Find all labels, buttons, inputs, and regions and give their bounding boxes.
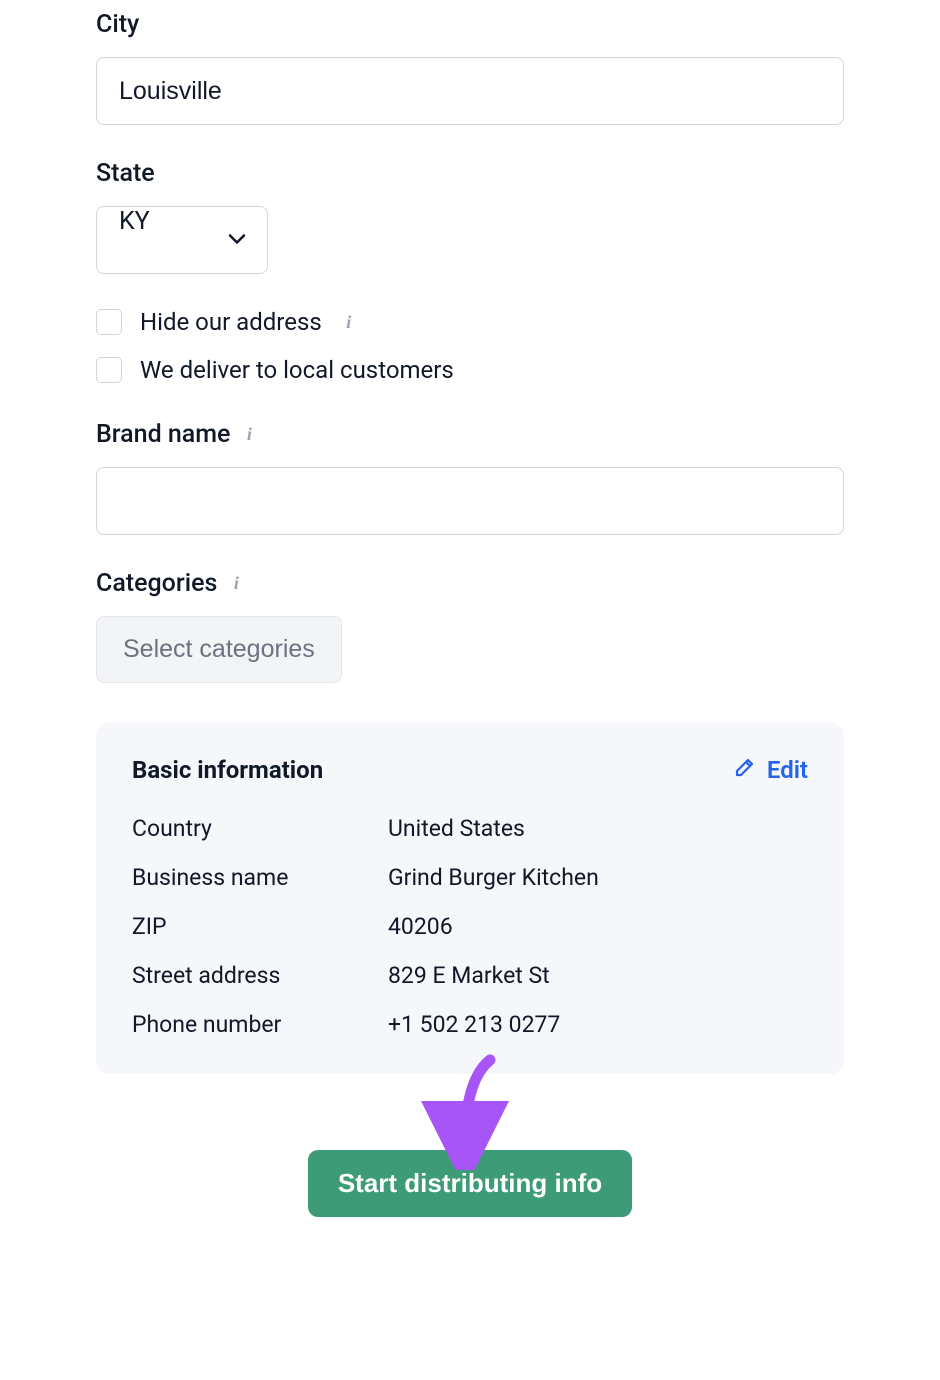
arrow-down-icon <box>410 1050 530 1170</box>
info-icon[interactable]: i <box>227 575 245 593</box>
brand-name-input[interactable] <box>96 467 844 535</box>
categories-field-group: Categories i Select categories <box>96 569 844 683</box>
state-label: State <box>96 159 844 188</box>
basic-info-card: Basic information Edit Country United St… <box>96 723 844 1074</box>
brand-name-label: Brand name i <box>96 420 844 449</box>
pencil-icon <box>733 755 757 785</box>
brand-name-field-group: Brand name i <box>96 420 844 535</box>
info-val: 829 E Market St <box>388 962 550 989</box>
info-icon[interactable]: i <box>240 426 258 444</box>
brand-name-label-text: Brand name <box>96 420 230 449</box>
info-val: United States <box>388 815 525 842</box>
info-icon[interactable]: i <box>340 313 358 331</box>
info-row-country: Country United States <box>132 815 808 842</box>
info-key: Street address <box>132 962 388 989</box>
hide-address-row: Hide our address i <box>96 308 844 336</box>
info-row-business-name: Business name Grind Burger Kitchen <box>132 864 808 891</box>
info-val: 40206 <box>388 913 453 940</box>
categories-label: Categories i <box>96 569 844 598</box>
info-val: +1 502 213 0277 <box>388 1011 560 1038</box>
info-key: ZIP <box>132 913 388 940</box>
info-key: Country <box>132 815 388 842</box>
deliver-local-label: We deliver to local customers <box>140 356 454 384</box>
checkbox-group: Hide our address i We deliver to local c… <box>96 308 844 384</box>
hide-address-checkbox[interactable] <box>96 309 122 335</box>
edit-button[interactable]: Edit <box>733 755 808 785</box>
info-key: Phone number <box>132 1011 388 1038</box>
info-val: Grind Burger Kitchen <box>388 864 599 891</box>
city-label: City <box>96 10 844 39</box>
deliver-local-row: We deliver to local customers <box>96 356 844 384</box>
annotation-arrow <box>96 1050 844 1150</box>
city-field-group: City <box>96 10 844 125</box>
info-key: Business name <box>132 864 388 891</box>
state-select[interactable]: KY <box>96 206 268 274</box>
categories-label-text: Categories <box>96 569 217 598</box>
city-input[interactable] <box>96 57 844 125</box>
edit-label: Edit <box>767 756 808 784</box>
hide-address-label: Hide our address <box>140 308 322 336</box>
info-row-zip: ZIP 40206 <box>132 913 808 940</box>
info-row-street-address: Street address 829 E Market St <box>132 962 808 989</box>
basic-info-title: Basic information <box>132 756 323 784</box>
basic-info-header: Basic information Edit <box>132 755 808 785</box>
state-field-group: State KY <box>96 159 844 274</box>
info-row-phone: Phone number +1 502 213 0277 <box>132 1011 808 1038</box>
select-categories-button[interactable]: Select categories <box>96 616 342 683</box>
deliver-local-checkbox[interactable] <box>96 357 122 383</box>
